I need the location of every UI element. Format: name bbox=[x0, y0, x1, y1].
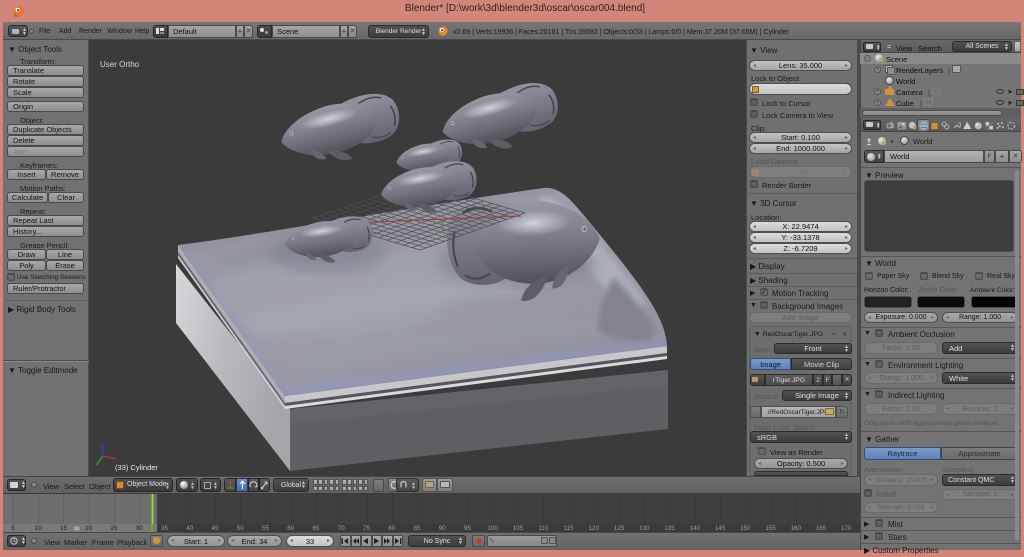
svg-text:User Ortho: User Ortho bbox=[100, 60, 140, 69]
svg-text:(33) Cylinder: (33) Cylinder bbox=[115, 463, 158, 472]
